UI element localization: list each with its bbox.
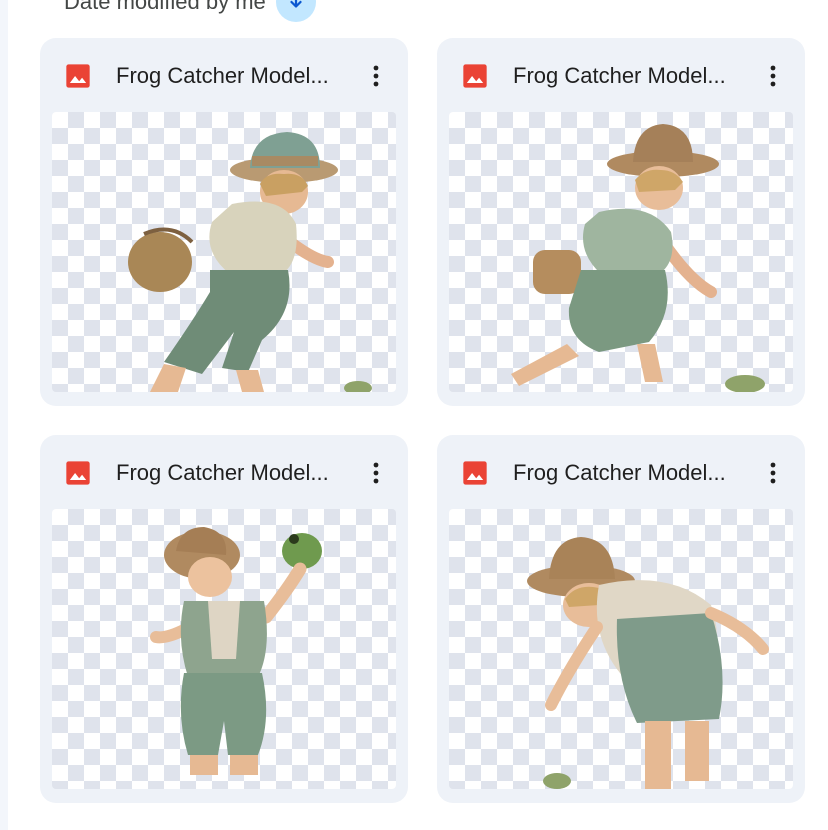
boy-bending-over-image [527, 537, 769, 789]
more-vert-icon [373, 65, 379, 87]
more-vert-icon [770, 65, 776, 87]
file-name[interactable]: Frog Catcher Model... [116, 460, 356, 486]
file-card[interactable]: Frog Catcher Model... [437, 38, 805, 406]
image-file-icon [463, 461, 487, 485]
image-file-icon [66, 461, 90, 485]
boy-running-with-bag-image [511, 124, 765, 392]
file-thumbnail[interactable] [449, 112, 793, 392]
arrow-down-icon [290, 0, 302, 8]
file-card[interactable]: Frog Catcher Model... [40, 38, 408, 406]
file-name[interactable]: Frog Catcher Model... [116, 63, 356, 89]
file-card[interactable]: Frog Catcher Model... [40, 435, 408, 803]
more-vert-icon [373, 462, 379, 484]
image-file-icon [463, 64, 487, 88]
more-actions-button[interactable] [755, 453, 791, 493]
file-card-header: Frog Catcher Model... [437, 435, 805, 509]
file-thumbnail[interactable] [52, 112, 396, 392]
boy-walking-with-bag-image [128, 132, 372, 392]
file-name[interactable]: Frog Catcher Model... [513, 460, 753, 486]
file-thumbnail[interactable] [52, 509, 396, 789]
more-vert-icon [770, 462, 776, 484]
more-actions-button[interactable] [358, 453, 394, 493]
sort-label[interactable]: Date modified by me [64, 0, 266, 15]
file-card-header: Frog Catcher Model... [437, 38, 805, 112]
more-actions-button[interactable] [755, 56, 791, 96]
file-name[interactable]: Frog Catcher Model... [513, 63, 753, 89]
file-card-header: Frog Catcher Model... [40, 435, 408, 509]
sort-direction-button[interactable] [275, 0, 316, 22]
boy-holding-frog-image [150, 527, 322, 775]
file-thumbnail[interactable] [449, 509, 793, 789]
left-sidebar-edge [0, 0, 8, 830]
file-card[interactable]: Frog Catcher Model... [437, 435, 805, 803]
more-actions-button[interactable] [358, 56, 394, 96]
sort-bar: Date modified by me [64, 0, 316, 22]
file-card-header: Frog Catcher Model... [40, 38, 408, 112]
image-file-icon [66, 64, 90, 88]
